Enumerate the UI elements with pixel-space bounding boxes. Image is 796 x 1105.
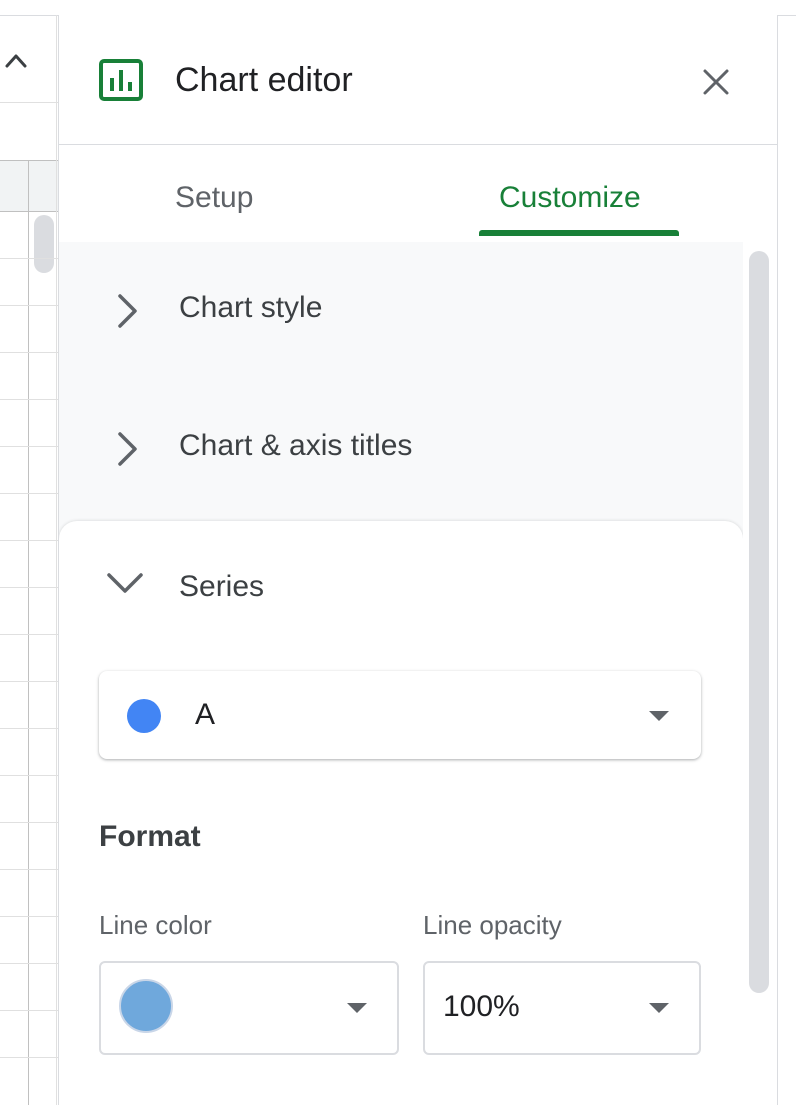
dropdown-arrow-icon [649,1003,669,1013]
grid-row-line [0,258,58,259]
tab-setup[interactable]: Setup [175,180,253,216]
sheet-scrollbar[interactable] [34,215,54,273]
grid-row-line [0,1057,58,1058]
grid-row-line [0,869,58,870]
grid-row-line [0,1010,58,1011]
chevron-right-icon [118,294,137,328]
grid-row-line [0,493,58,494]
toolbar-divider [0,102,58,103]
close-icon[interactable] [699,65,733,99]
grid-row-line [0,775,58,776]
grid-row-line [0,587,58,588]
column-header[interactable] [0,160,58,212]
series-color-dot [127,699,161,733]
series-select-value: A [195,698,216,731]
section-label: Chart style [179,291,323,324]
dropdown-arrow-icon [347,1003,367,1013]
tab-customize[interactable]: Customize [499,180,641,216]
series-select[interactable]: A [99,671,701,759]
grid-row-line [0,822,58,823]
line-opacity-select[interactable]: 100% [423,961,701,1055]
section-series: Series A Format Line color Line opacity … [59,521,743,1105]
color-swatch [119,979,173,1033]
section-chart-style[interactable]: Chart style [59,242,743,380]
grid-row-line [0,681,58,682]
grid-row-line [0,352,58,353]
panel-title: Chart editor [175,61,353,99]
grid-row-line [0,305,58,306]
section-label[interactable]: Series [179,569,264,605]
grid-row-line [0,399,58,400]
chevron-up-icon[interactable] [4,50,28,70]
line-color-label: Line color [99,910,212,940]
chevron-down-icon[interactable] [105,569,145,597]
line-opacity-value: 100% [443,990,520,1023]
grid-row-line [0,728,58,729]
section-label: Chart & axis titles [179,429,413,462]
chevron-right-icon [118,432,137,466]
panel-header: Chart editor [59,15,777,145]
grid-row-line [0,634,58,635]
grid-column-line [56,15,57,1105]
line-color-select[interactable] [99,961,399,1055]
dropdown-arrow-icon [649,711,669,721]
grid-row-line [0,446,58,447]
chart-editor-panel: Chart editor Setup Customize Chart style… [58,15,778,1105]
grid-row-line [0,540,58,541]
grid-row-line [0,916,58,917]
bar-chart-icon [99,59,143,101]
spreadsheet-strip [0,0,796,1105]
panel-scrollbar[interactable] [749,251,769,993]
grid-row-line [0,963,58,964]
editor-tabs: Setup Customize [59,146,777,242]
active-tab-indicator [479,230,679,236]
customize-content: Chart style Chart & axis titles Series A… [59,242,743,1105]
line-opacity-label: Line opacity [423,910,562,940]
format-heading: Format [99,820,201,853]
section-chart-axis-titles[interactable]: Chart & axis titles [59,380,743,518]
